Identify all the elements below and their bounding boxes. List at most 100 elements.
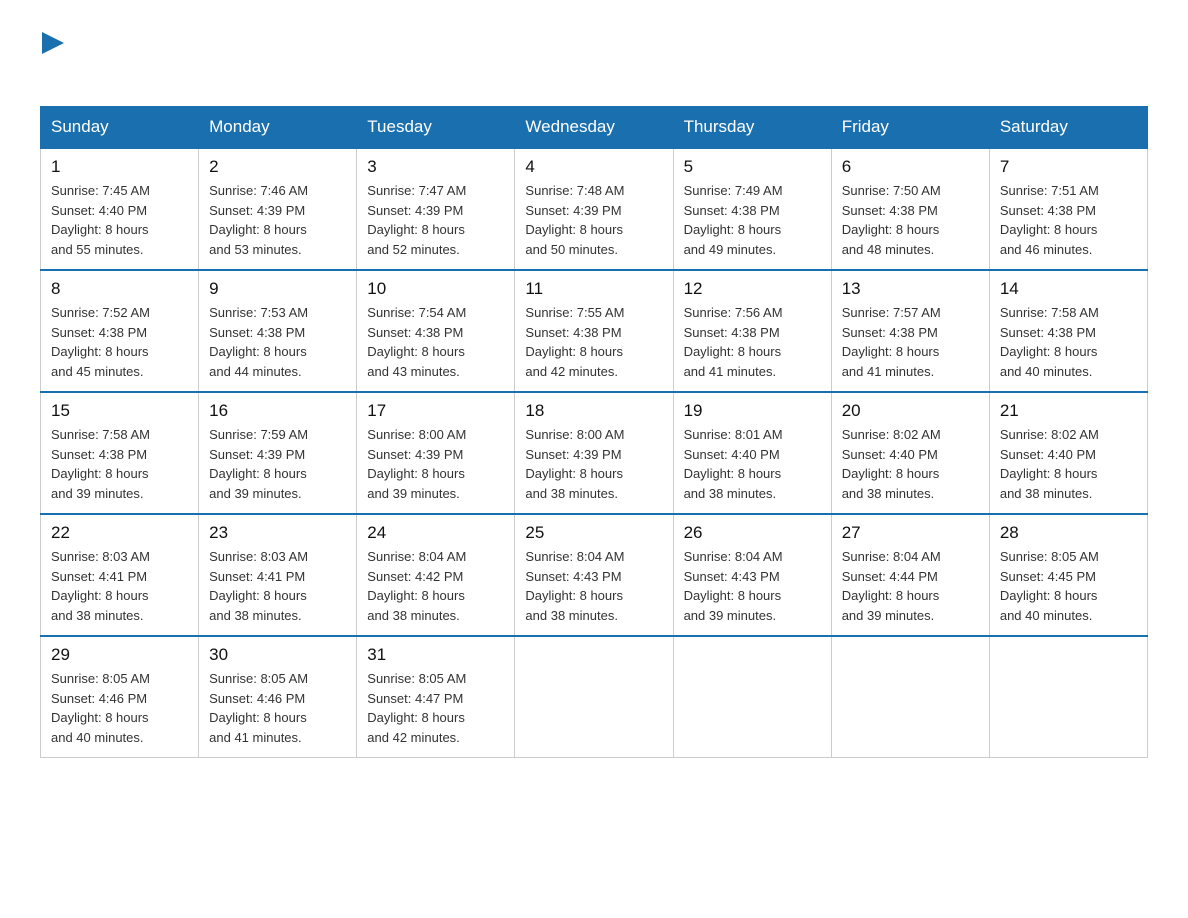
calendar-week-row: 22 Sunrise: 8:03 AM Sunset: 4:41 PM Dayl…: [41, 514, 1148, 636]
calendar-cell: 2 Sunrise: 7:46 AM Sunset: 4:39 PM Dayli…: [199, 148, 357, 270]
calendar-cell: 17 Sunrise: 8:00 AM Sunset: 4:39 PM Dayl…: [357, 392, 515, 514]
calendar-cell: 15 Sunrise: 7:58 AM Sunset: 4:38 PM Dayl…: [41, 392, 199, 514]
calendar-header-saturday: Saturday: [989, 107, 1147, 149]
day-number: 6: [842, 157, 979, 177]
day-info: Sunrise: 7:56 AM Sunset: 4:38 PM Dayligh…: [684, 303, 821, 381]
day-number: 28: [1000, 523, 1137, 543]
calendar-cell: 7 Sunrise: 7:51 AM Sunset: 4:38 PM Dayli…: [989, 148, 1147, 270]
calendar-week-row: 8 Sunrise: 7:52 AM Sunset: 4:38 PM Dayli…: [41, 270, 1148, 392]
day-info: Sunrise: 8:04 AM Sunset: 4:43 PM Dayligh…: [525, 547, 662, 625]
day-number: 20: [842, 401, 979, 421]
day-number: 18: [525, 401, 662, 421]
day-number: 27: [842, 523, 979, 543]
calendar-cell: 3 Sunrise: 7:47 AM Sunset: 4:39 PM Dayli…: [357, 148, 515, 270]
day-number: 11: [525, 279, 662, 299]
day-number: 5: [684, 157, 821, 177]
calendar-cell: 8 Sunrise: 7:52 AM Sunset: 4:38 PM Dayli…: [41, 270, 199, 392]
calendar-cell: 30 Sunrise: 8:05 AM Sunset: 4:46 PM Dayl…: [199, 636, 357, 758]
calendar-cell: 26 Sunrise: 8:04 AM Sunset: 4:43 PM Dayl…: [673, 514, 831, 636]
calendar-table: SundayMondayTuesdayWednesdayThursdayFrid…: [40, 106, 1148, 758]
day-number: 23: [209, 523, 346, 543]
day-number: 16: [209, 401, 346, 421]
day-info: Sunrise: 8:04 AM Sunset: 4:43 PM Dayligh…: [684, 547, 821, 625]
logo-arrow-icon: [42, 32, 64, 54]
calendar-header-wednesday: Wednesday: [515, 107, 673, 149]
calendar-cell: 29 Sunrise: 8:05 AM Sunset: 4:46 PM Dayl…: [41, 636, 199, 758]
day-info: Sunrise: 8:03 AM Sunset: 4:41 PM Dayligh…: [209, 547, 346, 625]
day-number: 29: [51, 645, 188, 665]
day-number: 22: [51, 523, 188, 543]
calendar-cell: 14 Sunrise: 7:58 AM Sunset: 4:38 PM Dayl…: [989, 270, 1147, 392]
day-info: Sunrise: 7:52 AM Sunset: 4:38 PM Dayligh…: [51, 303, 188, 381]
calendar-header-tuesday: Tuesday: [357, 107, 515, 149]
day-info: Sunrise: 7:55 AM Sunset: 4:38 PM Dayligh…: [525, 303, 662, 381]
day-number: 13: [842, 279, 979, 299]
calendar-cell: 19 Sunrise: 8:01 AM Sunset: 4:40 PM Dayl…: [673, 392, 831, 514]
calendar-cell: 25 Sunrise: 8:04 AM Sunset: 4:43 PM Dayl…: [515, 514, 673, 636]
calendar-header-sunday: Sunday: [41, 107, 199, 149]
day-number: 31: [367, 645, 504, 665]
day-info: Sunrise: 7:54 AM Sunset: 4:38 PM Dayligh…: [367, 303, 504, 381]
day-number: 19: [684, 401, 821, 421]
calendar-header-monday: Monday: [199, 107, 357, 149]
day-info: Sunrise: 8:00 AM Sunset: 4:39 PM Dayligh…: [367, 425, 504, 503]
day-number: 25: [525, 523, 662, 543]
day-number: 8: [51, 279, 188, 299]
calendar-week-row: 29 Sunrise: 8:05 AM Sunset: 4:46 PM Dayl…: [41, 636, 1148, 758]
calendar-cell: 16 Sunrise: 7:59 AM Sunset: 4:39 PM Dayl…: [199, 392, 357, 514]
day-info: Sunrise: 7:58 AM Sunset: 4:38 PM Dayligh…: [1000, 303, 1137, 381]
day-info: Sunrise: 7:46 AM Sunset: 4:39 PM Dayligh…: [209, 181, 346, 259]
day-number: 7: [1000, 157, 1137, 177]
day-info: Sunrise: 7:48 AM Sunset: 4:39 PM Dayligh…: [525, 181, 662, 259]
calendar-header-friday: Friday: [831, 107, 989, 149]
calendar-week-row: 15 Sunrise: 7:58 AM Sunset: 4:38 PM Dayl…: [41, 392, 1148, 514]
day-number: 15: [51, 401, 188, 421]
logo: [40, 30, 64, 86]
calendar-cell: 4 Sunrise: 7:48 AM Sunset: 4:39 PM Dayli…: [515, 148, 673, 270]
calendar-cell: 20 Sunrise: 8:02 AM Sunset: 4:40 PM Dayl…: [831, 392, 989, 514]
calendar-cell: 22 Sunrise: 8:03 AM Sunset: 4:41 PM Dayl…: [41, 514, 199, 636]
day-info: Sunrise: 7:59 AM Sunset: 4:39 PM Dayligh…: [209, 425, 346, 503]
calendar-header-thursday: Thursday: [673, 107, 831, 149]
day-number: 21: [1000, 401, 1137, 421]
day-info: Sunrise: 7:57 AM Sunset: 4:38 PM Dayligh…: [842, 303, 979, 381]
day-info: Sunrise: 8:00 AM Sunset: 4:39 PM Dayligh…: [525, 425, 662, 503]
day-info: Sunrise: 7:51 AM Sunset: 4:38 PM Dayligh…: [1000, 181, 1137, 259]
page-header: [40, 30, 1148, 86]
day-info: Sunrise: 8:05 AM Sunset: 4:46 PM Dayligh…: [51, 669, 188, 747]
day-number: 14: [1000, 279, 1137, 299]
day-info: Sunrise: 7:58 AM Sunset: 4:38 PM Dayligh…: [51, 425, 188, 503]
day-info: Sunrise: 8:05 AM Sunset: 4:45 PM Dayligh…: [1000, 547, 1137, 625]
calendar-cell: 27 Sunrise: 8:04 AM Sunset: 4:44 PM Dayl…: [831, 514, 989, 636]
calendar-cell: 10 Sunrise: 7:54 AM Sunset: 4:38 PM Dayl…: [357, 270, 515, 392]
day-number: 24: [367, 523, 504, 543]
day-info: Sunrise: 8:05 AM Sunset: 4:46 PM Dayligh…: [209, 669, 346, 747]
day-info: Sunrise: 8:05 AM Sunset: 4:47 PM Dayligh…: [367, 669, 504, 747]
calendar-cell: 21 Sunrise: 8:02 AM Sunset: 4:40 PM Dayl…: [989, 392, 1147, 514]
day-number: 4: [525, 157, 662, 177]
day-number: 9: [209, 279, 346, 299]
day-info: Sunrise: 7:53 AM Sunset: 4:38 PM Dayligh…: [209, 303, 346, 381]
calendar-cell: 12 Sunrise: 7:56 AM Sunset: 4:38 PM Dayl…: [673, 270, 831, 392]
day-number: 2: [209, 157, 346, 177]
day-info: Sunrise: 8:01 AM Sunset: 4:40 PM Dayligh…: [684, 425, 821, 503]
day-number: 12: [684, 279, 821, 299]
calendar-cell: 5 Sunrise: 7:49 AM Sunset: 4:38 PM Dayli…: [673, 148, 831, 270]
day-info: Sunrise: 8:03 AM Sunset: 4:41 PM Dayligh…: [51, 547, 188, 625]
day-info: Sunrise: 7:49 AM Sunset: 4:38 PM Dayligh…: [684, 181, 821, 259]
day-info: Sunrise: 8:04 AM Sunset: 4:42 PM Dayligh…: [367, 547, 504, 625]
calendar-header-row: SundayMondayTuesdayWednesdayThursdayFrid…: [41, 107, 1148, 149]
calendar-cell: 24 Sunrise: 8:04 AM Sunset: 4:42 PM Dayl…: [357, 514, 515, 636]
calendar-cell: [673, 636, 831, 758]
calendar-week-row: 1 Sunrise: 7:45 AM Sunset: 4:40 PM Dayli…: [41, 148, 1148, 270]
calendar-cell: 18 Sunrise: 8:00 AM Sunset: 4:39 PM Dayl…: [515, 392, 673, 514]
calendar-cell: 6 Sunrise: 7:50 AM Sunset: 4:38 PM Dayli…: [831, 148, 989, 270]
calendar-cell: [831, 636, 989, 758]
day-number: 17: [367, 401, 504, 421]
calendar-cell: 13 Sunrise: 7:57 AM Sunset: 4:38 PM Dayl…: [831, 270, 989, 392]
day-info: Sunrise: 7:45 AM Sunset: 4:40 PM Dayligh…: [51, 181, 188, 259]
day-number: 30: [209, 645, 346, 665]
day-number: 26: [684, 523, 821, 543]
day-info: Sunrise: 8:02 AM Sunset: 4:40 PM Dayligh…: [1000, 425, 1137, 503]
calendar-cell: [989, 636, 1147, 758]
